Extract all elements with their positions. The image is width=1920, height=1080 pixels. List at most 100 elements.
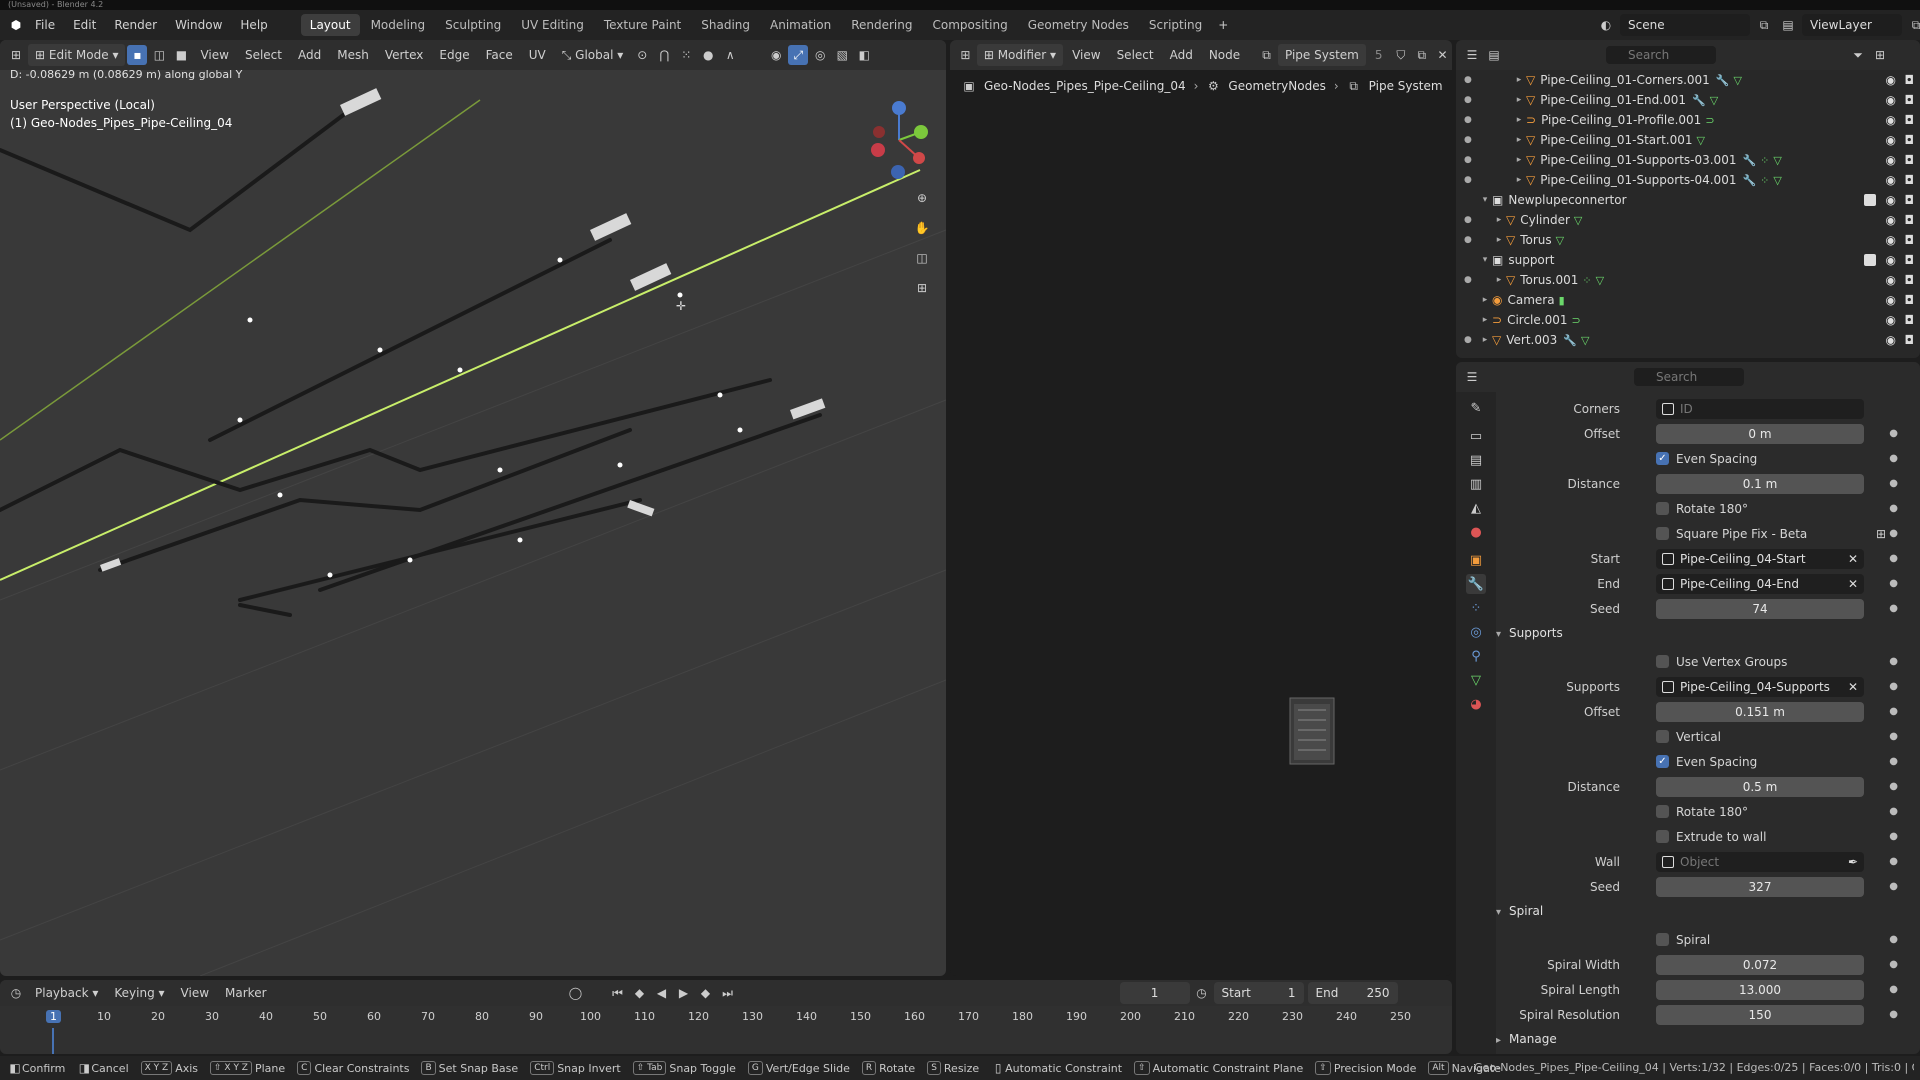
- overlay-icon[interactable]: ◎: [810, 45, 830, 65]
- eye-icon[interactable]: ◉: [1886, 333, 1896, 347]
- node-group-icon[interactable]: ⧉: [1257, 45, 1276, 65]
- keyframe-dot-icon[interactable]: ●: [1889, 756, 1898, 767]
- list-item[interactable]: ● ▸ ▽ Vert.003 🔧 ▽ ◉ ◘: [1456, 330, 1920, 350]
- collapse-arrow-icon[interactable]: ▾: [1478, 195, 1492, 205]
- selected-edge[interactable]: [0, 169, 921, 581]
- exclude-checkbox[interactable]: [1864, 254, 1876, 266]
- end-frame-field[interactable]: End 250: [1307, 982, 1398, 1004]
- properties-search-input[interactable]: Search: [1634, 368, 1744, 386]
- eye-icon[interactable]: ◉: [1886, 93, 1896, 107]
- eye-icon[interactable]: ◉: [1886, 73, 1896, 87]
- eye-icon[interactable]: ◉: [1886, 253, 1896, 267]
- list-item[interactable]: ● ▸ ▽ Torus ▽ ◉ ◘: [1456, 230, 1920, 250]
- keyframe-dot-icon[interactable]: ●: [1889, 856, 1898, 867]
- menu-playback[interactable]: Playback ▾: [28, 982, 105, 1004]
- menu-file[interactable]: File: [26, 14, 64, 36]
- xray-icon[interactable]: ▧: [832, 45, 852, 65]
- menu-render[interactable]: Render: [105, 14, 166, 36]
- shading-icon[interactable]: ◧: [854, 45, 874, 65]
- spiral-checkbox[interactable]: Spiral: [1656, 933, 1710, 947]
- expand-arrow-icon[interactable]: ▸: [1478, 295, 1492, 305]
- attribute-toggle-icon[interactable]: ⊞: [1876, 527, 1886, 541]
- pan-hand-icon[interactable]: ✋: [912, 218, 932, 238]
- supports-panel-header[interactable]: ▾ Supports: [1496, 621, 1563, 645]
- pivot-icon[interactable]: ⊙: [632, 45, 652, 65]
- keyframe-dot-icon[interactable]: ●: [1889, 503, 1898, 514]
- supports-even-spacing-checkbox[interactable]: ✓ Even Spacing: [1656, 755, 1757, 769]
- unlink-icon[interactable]: ✕: [1433, 45, 1452, 65]
- editor-type-icon[interactable]: ⊞: [6, 45, 26, 65]
- menu-uv[interactable]: UV: [522, 44, 553, 66]
- new-collection-icon[interactable]: ⊞: [1870, 45, 1890, 65]
- manage-panel-header[interactable]: ▸ Manage: [1496, 1027, 1557, 1051]
- render-icon[interactable]: ◘: [1905, 113, 1915, 127]
- keyframe-dot-icon[interactable]: ●: [1889, 656, 1898, 667]
- menu-face[interactable]: Face: [479, 44, 520, 66]
- eye-icon[interactable]: ◉: [1886, 113, 1896, 127]
- use-vertex-groups-checkbox[interactable]: Use Vertex Groups: [1656, 655, 1787, 669]
- eye-icon[interactable]: ◉: [1886, 233, 1896, 247]
- seed-field[interactable]: 74: [1656, 598, 1864, 619]
- tab-rendering[interactable]: Rendering: [842, 14, 921, 36]
- edge-select-icon[interactable]: ◫: [149, 45, 169, 65]
- render-icon[interactable]: ◘: [1905, 253, 1915, 267]
- node-editor-type-icon[interactable]: ⊞: [956, 45, 975, 65]
- exclude-checkbox[interactable]: [1864, 194, 1876, 206]
- keyframe-dot-icon[interactable]: ●: [1889, 934, 1898, 945]
- list-item[interactable]: ▸ ⊃ Circle.001 ⊃ ◉ ◘: [1456, 310, 1920, 330]
- spiral-width-field[interactable]: 0.072: [1656, 954, 1864, 975]
- outliner[interactable]: ☰ ▤ Search ⏷ ⊞ ● ▸ ▽ Pipe-Ceiling_01-Corner…: [1456, 40, 1920, 358]
- list-item[interactable]: ● ▸ ⊃ Pipe-Ceiling_01-Profile.001 ⊃ ◉ ◘: [1456, 110, 1920, 130]
- expand-arrow-icon[interactable]: ▸: [1512, 135, 1526, 145]
- list-item[interactable]: ● ▸ ▽ Pipe-Ceiling_01-Start.001 ▽ ◉ ◘: [1456, 130, 1920, 150]
- eye-icon[interactable]: ◉: [1886, 273, 1896, 287]
- keyframe-dot-icon[interactable]: ●: [1889, 453, 1898, 464]
- supports-offset-field[interactable]: 0.151 m: [1656, 701, 1864, 722]
- breadcrumb-group[interactable]: Pipe System: [1369, 79, 1443, 93]
- list-item[interactable]: ● ▸ ▽ Pipe-Ceiling_01-Supports-04.001 🔧 ⁘ ▽ ◉ ◘: [1456, 170, 1920, 190]
- zoom-icon[interactable]: ⊕: [912, 188, 932, 208]
- tab-texture-paint[interactable]: Texture Paint: [595, 14, 690, 36]
- keyframe-dot-icon[interactable]: ●: [1889, 881, 1898, 892]
- start-field[interactable]: Pipe-Ceiling_04-Start ✕: [1656, 548, 1864, 569]
- expand-arrow-icon[interactable]: ▸: [1512, 175, 1526, 185]
- prev-keyframe-icon[interactable]: ◆: [630, 983, 650, 1003]
- spiral-panel-header[interactable]: ▾ Spiral: [1496, 899, 1543, 923]
- end-field[interactable]: Pipe-Ceiling_04-End ✕: [1656, 573, 1864, 594]
- render-icon[interactable]: ◘: [1905, 193, 1915, 207]
- keyframe-dot-icon[interactable]: ●: [1889, 478, 1898, 489]
- tab-scripting[interactable]: Scripting: [1140, 14, 1211, 36]
- eye-icon[interactable]: ◉: [1886, 133, 1896, 147]
- tab-uv-editing[interactable]: UV Editing: [512, 14, 593, 36]
- visibility-icon[interactable]: ◉: [766, 45, 786, 65]
- breadcrumb-object[interactable]: Geo-Nodes_Pipes_Pipe-Ceiling_04: [984, 79, 1186, 93]
- menu-node-node[interactable]: Node: [1202, 44, 1247, 66]
- supports-field[interactable]: Pipe-Ceiling_04-Supports ✕: [1656, 676, 1864, 697]
- menu-edge[interactable]: Edge: [432, 44, 476, 66]
- view-layer-icon[interactable]: ▤: [1778, 15, 1798, 35]
- camera-view-icon[interactable]: ◫: [912, 248, 932, 268]
- jump-start-icon[interactable]: ⏮: [608, 983, 628, 1003]
- ortho-grid-icon[interactable]: ⊞: [912, 278, 932, 298]
- keyframe-dot-icon[interactable]: ●: [1889, 428, 1898, 439]
- render-icon[interactable]: ◘: [1905, 333, 1915, 347]
- node-group-users[interactable]: 5: [1368, 44, 1390, 66]
- proportional-edit-icon[interactable]: ●: [698, 45, 718, 65]
- square-fix-checkbox[interactable]: Square Pipe Fix - Beta: [1656, 527, 1807, 541]
- render-icon[interactable]: ◘: [1905, 73, 1915, 87]
- snap-target-icon[interactable]: ⁙: [676, 45, 696, 65]
- tab-animation[interactable]: Animation: [761, 14, 840, 36]
- extrude-to-wall-checkbox[interactable]: Extrude to wall: [1656, 830, 1766, 844]
- eyedropper-icon[interactable]: ✒: [1848, 852, 1858, 872]
- list-item[interactable]: ▾ ▣ Newplupeconnertor ◉ ◘: [1456, 190, 1920, 210]
- render-icon[interactable]: ◘: [1905, 213, 1915, 227]
- supports-seed-field[interactable]: 327: [1656, 876, 1864, 897]
- eye-icon[interactable]: ◉: [1886, 293, 1896, 307]
- menu-select[interactable]: Select: [238, 44, 289, 66]
- list-item[interactable]: ● ▸ ▽ Pipe-Ceiling_01-Supports-03.001 🔧 ⁘ ▽ ◉ ◘: [1456, 150, 1920, 170]
- play-reverse-icon[interactable]: ◀: [652, 983, 672, 1003]
- new-scene-icon[interactable]: ⧉: [1754, 15, 1774, 35]
- snap-icon[interactable]: ⋂: [654, 45, 674, 65]
- menu-window[interactable]: Window: [166, 14, 231, 36]
- tab-layout[interactable]: Layout: [300, 14, 360, 36]
